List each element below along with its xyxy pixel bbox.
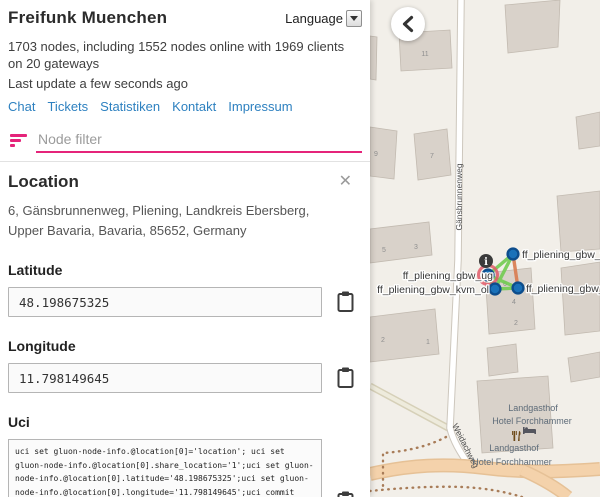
node-label-od[interactable]: ff_pliening_gbw_od	[526, 283, 600, 295]
location-title: Location	[8, 172, 79, 192]
chevron-left-icon	[400, 15, 416, 33]
clipboard-icon	[336, 490, 356, 497]
poi-label: Landgasthof	[508, 403, 558, 413]
language-control: Language	[285, 10, 362, 27]
latitude-field[interactable]	[8, 287, 322, 317]
close-icon[interactable]: ✕	[339, 174, 352, 190]
network-stats: 1703 nodes, including 1552 nodes online …	[8, 38, 362, 72]
poi-label: Landgasthof	[489, 443, 539, 453]
svg-text:3: 3	[414, 244, 418, 251]
meshviewer-app: Freifunk Muenchen Language 1703 nodes, i…	[0, 0, 600, 497]
link-chat[interactable]: Chat	[8, 99, 35, 114]
uci-label: Uci	[8, 414, 362, 430]
map-canvas[interactable]: 11 9 7 5 3 6 4 2 2 1 Gänsbrunnenweg Weid…	[370, 0, 600, 497]
poi-label: Hotel Forchhammer	[492, 416, 572, 426]
latitude-label: Latitude	[8, 262, 362, 278]
copy-latitude-button[interactable]	[335, 290, 357, 314]
map-container[interactable]: 11 9 7 5 3 6 4 2 2 1 Gänsbrunnenweg Weid…	[370, 0, 600, 497]
uci-command-textarea[interactable]: uci set gluon-node-info.@location[0]='lo…	[8, 439, 322, 497]
page-title: Freifunk Muenchen	[8, 8, 167, 28]
node-marker-kvm-ol[interactable]	[490, 284, 501, 295]
svg-text:2: 2	[514, 320, 518, 327]
clipboard-icon	[336, 366, 356, 390]
language-select[interactable]	[346, 10, 362, 27]
link-tickets[interactable]: Tickets	[47, 99, 88, 114]
info-marker[interactable]: i	[479, 254, 493, 268]
sidebar-header: Freifunk Muenchen Language 1703 nodes, i…	[0, 0, 370, 162]
node-label-kvm-ol[interactable]: ff_pliening_gbw_kvm_ol	[377, 284, 489, 296]
svg-text:1: 1	[426, 339, 430, 346]
street-label-gaensbrunnenweg: Gänsbrunnenweg	[454, 163, 464, 230]
node-marker-od[interactable]	[513, 283, 524, 294]
filter-icon	[10, 134, 28, 147]
copy-longitude-button[interactable]	[335, 366, 357, 390]
sidebar-panel: Freifunk Muenchen Language 1703 nodes, i…	[0, 0, 370, 497]
link-kontakt[interactable]: Kontakt	[172, 99, 216, 114]
node-filter-input[interactable]	[36, 128, 362, 153]
svg-text:11: 11	[421, 51, 428, 58]
back-button[interactable]	[391, 7, 425, 41]
node-filter-row	[8, 128, 362, 153]
address-text: 6, Gänsbrunnenweg, Pliening, Landkreis E…	[8, 201, 362, 241]
svg-text:7: 7	[430, 153, 434, 160]
node-marker-test[interactable]	[508, 249, 519, 260]
node-label-test[interactable]: ff_pliening_gbw_test	[522, 249, 600, 261]
longitude-label: Longitude	[8, 338, 362, 354]
info-icon: i	[484, 257, 488, 268]
location-section: Location ✕ 6, Gänsbrunnenweg, Pliening, …	[0, 162, 370, 497]
nav-links: Chat Tickets Statistiken Kontakt Impress…	[8, 99, 362, 114]
link-impressum[interactable]: Impressum	[228, 99, 292, 114]
longitude-field[interactable]	[8, 363, 322, 393]
svg-text:9: 9	[374, 151, 378, 158]
svg-text:4: 4	[512, 299, 516, 306]
last-update: Last update a few seconds ago	[8, 76, 362, 91]
poi-label: Hotel Forchhammer	[472, 457, 552, 467]
svg-text:2: 2	[381, 337, 385, 344]
link-statistiken[interactable]: Statistiken	[100, 99, 160, 114]
clipboard-icon	[336, 290, 356, 314]
language-label: Language	[285, 11, 343, 26]
node-label-ug[interactable]: ff_pliening_gbw_ug	[403, 270, 493, 282]
copy-uci-button[interactable]	[335, 490, 357, 497]
svg-text:5: 5	[382, 247, 386, 254]
